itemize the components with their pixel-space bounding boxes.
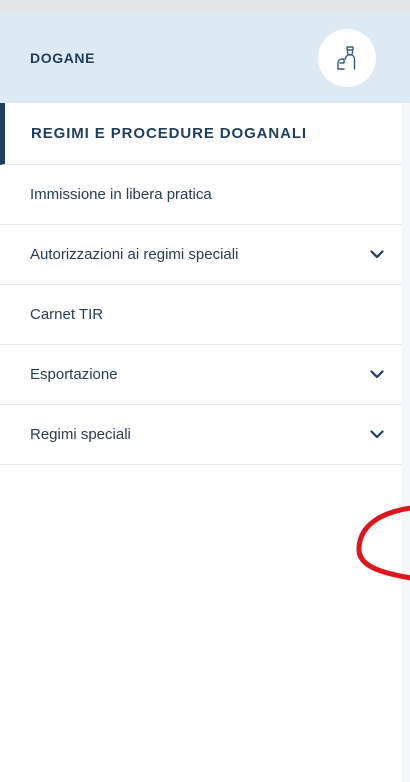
menu-item-label: Immissione in libera pratica	[30, 186, 212, 203]
menu-item-label: Regimi speciali	[30, 426, 131, 443]
scroll-edge	[402, 103, 410, 782]
menu-item-autorizzazioni[interactable]: Autorizzazioni ai regimi speciali	[0, 225, 410, 285]
menu-item-label: Autorizzazioni ai regimi speciali	[30, 246, 239, 263]
top-strip	[0, 0, 410, 12]
chevron-down-icon[interactable]	[370, 428, 384, 442]
menu-item-label: Esportazione	[30, 366, 118, 383]
menu-item-immissione[interactable]: Immissione in libera pratica	[0, 165, 410, 225]
submenu-list: Immissione in libera pratica Autorizzazi…	[0, 165, 410, 465]
header-title[interactable]: DOGANE	[30, 50, 95, 66]
chevron-down-icon[interactable]	[370, 368, 384, 382]
chevron-down-icon[interactable]	[370, 248, 384, 262]
sidebar-header: DOGANE	[0, 12, 410, 103]
section-title: REGIMI E PROCEDURE DOGANALI	[31, 125, 307, 142]
customs-officer-icon	[318, 28, 376, 87]
menu-item-esportazione[interactable]: Esportazione	[0, 345, 410, 405]
menu-item-regimi-speciali[interactable]: Regimi speciali	[0, 405, 410, 465]
red-annotation-circle	[356, 505, 410, 581]
section-regimi-procedure-doganali[interactable]: REGIMI E PROCEDURE DOGANALI	[0, 103, 410, 165]
page: DOGANE REGIMI E PROCEDURE DOGANALI Immis…	[0, 0, 410, 782]
menu-item-label: Carnet TIR	[30, 306, 104, 323]
menu-item-carnet-tir[interactable]: Carnet TIR	[0, 285, 410, 345]
